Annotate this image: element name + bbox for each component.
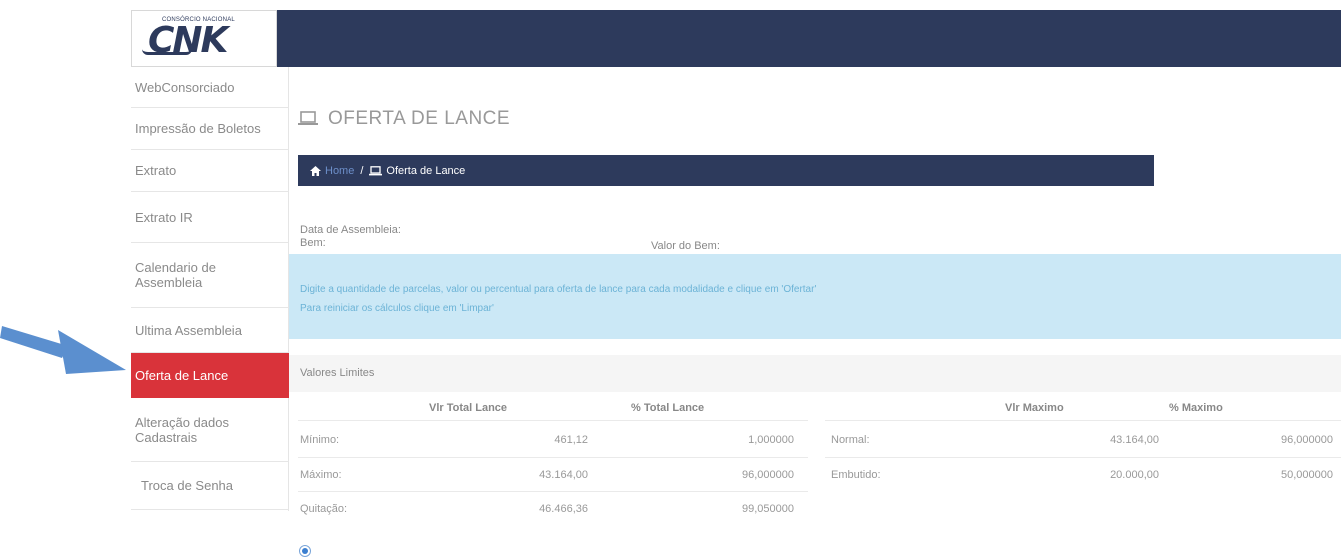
row-pct-embutido: 50,000000 (1281, 469, 1333, 481)
sidebar-item-calendario-assembleia[interactable]: Calendario de Assembleia (131, 243, 289, 308)
table-divider (825, 457, 1341, 458)
sidebar-item-label: Alteração dados Cadastrais (135, 414, 229, 445)
sidebar-item-label: Troca de Senha (141, 478, 234, 493)
row-value-maximo: 43.164,00 (539, 469, 588, 481)
sidebar-item-extrato[interactable]: Extrato (131, 150, 289, 192)
breadcrumb-current: Oferta de Lance (386, 164, 466, 177)
sidebar-item-troca-de-senha[interactable]: Troca de Senha (131, 462, 289, 510)
row-value-minimo: 461,12 (554, 434, 588, 446)
sidebar-item-label: WebConsorciado (135, 79, 235, 95)
left-col-header-vlr-total: Vlr Total Lance (429, 402, 508, 414)
pointer-arrow-icon (0, 326, 126, 374)
sidebar-item-label: Oferta de Lance (135, 368, 229, 383)
table-divider (298, 491, 808, 492)
left-col-header-pct-total: % Total Lance (631, 402, 705, 414)
page-title-text: OFERTA DE LANCE (328, 108, 511, 129)
sidebar-item-label: Calendario de Assembleia (135, 260, 216, 290)
top-navbar (131, 10, 1341, 67)
row-label-normal: Normal: (831, 434, 870, 446)
laptop-icon (369, 165, 383, 175)
info-alert: Digite a quantidade de parcelas, valor o… (289, 254, 1341, 339)
row-value-quitacao: 46.466,36 (539, 503, 588, 515)
sidebar-item-label: Extrato (135, 163, 177, 178)
row-pct-normal: 96,000000 (1281, 434, 1333, 446)
row-value-embutido: 20.000,00 (1110, 469, 1159, 481)
row-label-quitacao: Quitação: (300, 503, 348, 515)
breadcrumb: Home / Oferta de Lance (298, 155, 1154, 186)
valor-bem-label: Valor do Bem: (651, 240, 720, 252)
sidebar-item-oferta-de-lance[interactable]: Oferta de Lance (131, 353, 289, 398)
logo-swoosh-icon (142, 49, 192, 55)
row-pct-maximo: 96,000000 (742, 469, 794, 481)
row-label-minimo: Mínimo: (300, 434, 340, 446)
lance-livre-radio[interactable] (299, 545, 311, 557)
right-col-header-pct-maximo: % Maximo (1169, 402, 1223, 414)
row-value-normal: 43.164,00 (1110, 434, 1159, 446)
brand-mark: CNK (148, 20, 228, 61)
sidebar-item-label: Ultima Assembleia (135, 322, 242, 338)
breadcrumb-home-link[interactable]: Home (325, 165, 354, 177)
page-title: OFERTA DE LANCE (298, 108, 510, 130)
table-divider (298, 420, 808, 421)
row-label-maximo: Máximo: (300, 469, 342, 481)
brand-logo[interactable]: CONSÓRCIO NACIONAL CNK (131, 10, 277, 67)
row-label-embutido: Embutido: (831, 469, 881, 481)
bem-label: Bem: (300, 237, 326, 249)
info-line-1: Digite a quantidade de parcelas, valor o… (300, 284, 817, 295)
sidebar-item-extrato-ir[interactable]: Extrato IR (131, 192, 289, 243)
sidebar-item-ultima-assembleia[interactable]: Ultima Assembleia (131, 308, 289, 353)
table-divider (825, 420, 1341, 421)
row-pct-quitacao: 99,050000 (742, 503, 794, 515)
table-divider (298, 457, 808, 458)
sidebar-item-impressao-boletos[interactable]: Impressão de Boletos (131, 108, 289, 150)
breadcrumb-separator: / (360, 164, 364, 177)
sidebar-item-label: Extrato IR (135, 209, 193, 225)
home-icon[interactable] (310, 165, 321, 176)
valores-limites-header: Valores Limites (289, 355, 1341, 392)
right-col-header-vlr-maximo: Vlr Maximo (1005, 402, 1064, 414)
sidebar-item-webconsorciado[interactable]: WebConsorciado (131, 67, 289, 108)
sidebar-item-alteracao-dados[interactable]: Alteração dados Cadastrais (131, 398, 289, 462)
laptop-icon (298, 111, 318, 125)
sidebar-item-label: Impressão de Boletos (135, 121, 261, 136)
valores-limites-title: Valores Limites (300, 367, 375, 379)
info-line-2: Para reiniciar os cálculos clique em 'Li… (300, 303, 494, 314)
data-assembleia-label: Data de Assembleia: (300, 224, 401, 236)
row-pct-minimo: 1,000000 (748, 434, 794, 446)
sidebar-menu: WebConsorciado Impressão de Boletos Extr… (131, 67, 289, 511)
